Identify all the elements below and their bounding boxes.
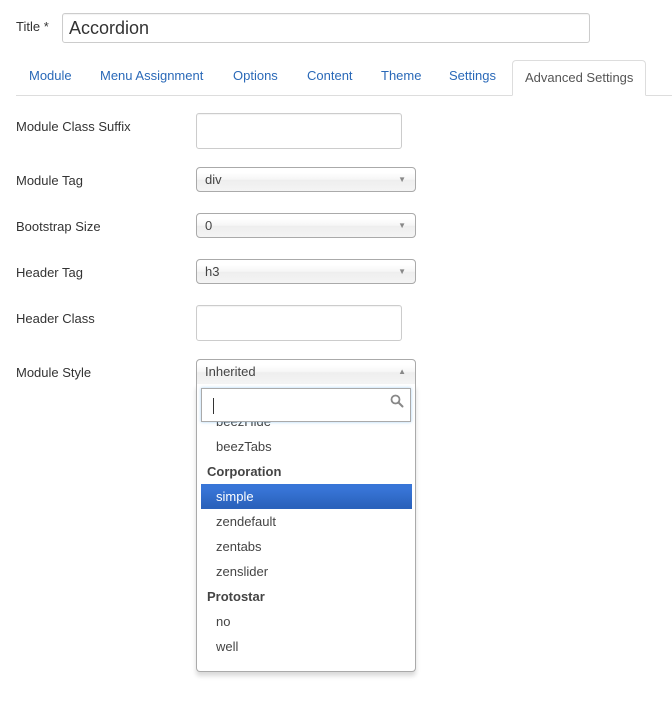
text-cursor xyxy=(213,398,214,414)
module-tag-value: div xyxy=(205,172,222,187)
dropdown-option-highlighted[interactable]: simple xyxy=(201,484,412,509)
header-class-input[interactable] xyxy=(196,305,402,341)
module-style-value: Inherited xyxy=(205,364,256,379)
dropdown-group-label: Protostar xyxy=(207,589,265,604)
dropdown-search-box xyxy=(201,388,411,422)
tab-module[interactable]: Module xyxy=(29,59,72,95)
chevron-down-icon: ▼ xyxy=(398,175,406,184)
dropdown-option[interactable]: no xyxy=(201,609,412,634)
tab-theme[interactable]: Theme xyxy=(381,59,421,95)
module-style-select[interactable]: Inherited ▲ xyxy=(196,359,416,385)
search-icon xyxy=(390,394,404,408)
tab-settings[interactable]: Settings xyxy=(449,59,496,95)
module-class-suffix-input[interactable] xyxy=(196,113,402,149)
header-tag-select[interactable]: h3 ▼ xyxy=(196,259,416,284)
title-label: Title * xyxy=(16,19,49,34)
dropdown-option[interactable]: well xyxy=(201,634,412,659)
chevron-down-icon: ▼ xyxy=(398,267,406,276)
tab-menu-assignment[interactable]: Menu Assignment xyxy=(100,59,203,95)
header-tag-value: h3 xyxy=(205,264,220,279)
tab-options[interactable]: Options xyxy=(233,59,278,95)
dropdown-results: beezHide beezTabs Corporation simple zen… xyxy=(201,414,412,659)
dropdown-search-input[interactable] xyxy=(202,389,410,421)
module-tag-label: Module Tag xyxy=(16,173,83,188)
bootstrap-size-label: Bootstrap Size xyxy=(16,219,101,234)
bootstrap-size-select[interactable]: 0 ▼ xyxy=(196,213,416,238)
dropdown-group-label: Corporation xyxy=(207,464,282,479)
chevron-up-icon: ▲ xyxy=(398,367,406,376)
module-style-label: Module Style xyxy=(16,365,92,380)
dropdown-option[interactable]: zendefault xyxy=(201,509,412,534)
tab-advanced-settings[interactable]: Advanced Settings xyxy=(512,60,647,96)
header-class-label: Header Class xyxy=(16,311,95,326)
chevron-down-icon: ▼ xyxy=(398,221,406,230)
dropdown-option[interactable]: zentabs xyxy=(201,534,412,559)
module-class-suffix-label: Module Class Suffix xyxy=(16,119,131,134)
dropdown-option[interactable]: beezTabs xyxy=(201,434,412,459)
title-input[interactable] xyxy=(62,13,590,43)
bootstrap-size-value: 0 xyxy=(205,218,213,233)
dropdown-option[interactable]: zenslider xyxy=(201,559,412,584)
tab-bar: Module Menu Assignment Options Content T… xyxy=(16,59,672,96)
module-style-dropdown: beezHide beezTabs Corporation simple zen… xyxy=(196,384,416,672)
module-tag-select[interactable]: div ▼ xyxy=(196,167,416,192)
tab-content[interactable]: Content xyxy=(307,59,353,95)
header-tag-label: Header Tag xyxy=(16,265,83,280)
module-edit-page: Title * Module Menu Assignment Options C… xyxy=(0,0,672,711)
